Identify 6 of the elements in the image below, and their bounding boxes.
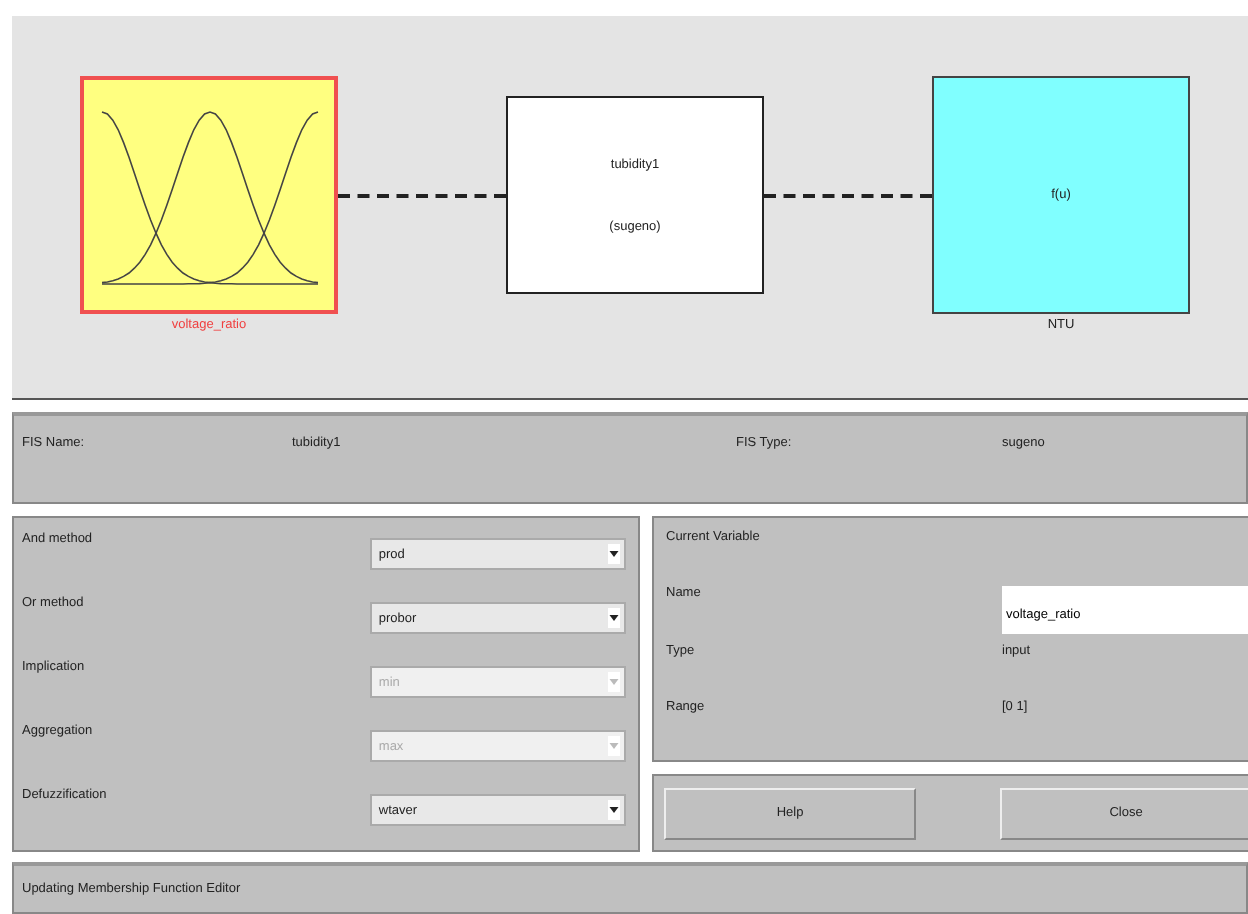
input-block[interactable] — [80, 76, 338, 314]
caret-icon — [608, 608, 620, 628]
caret-icon — [608, 736, 620, 756]
caret-icon — [608, 544, 620, 564]
caret-icon — [608, 672, 620, 692]
caret-icon — [608, 800, 620, 820]
